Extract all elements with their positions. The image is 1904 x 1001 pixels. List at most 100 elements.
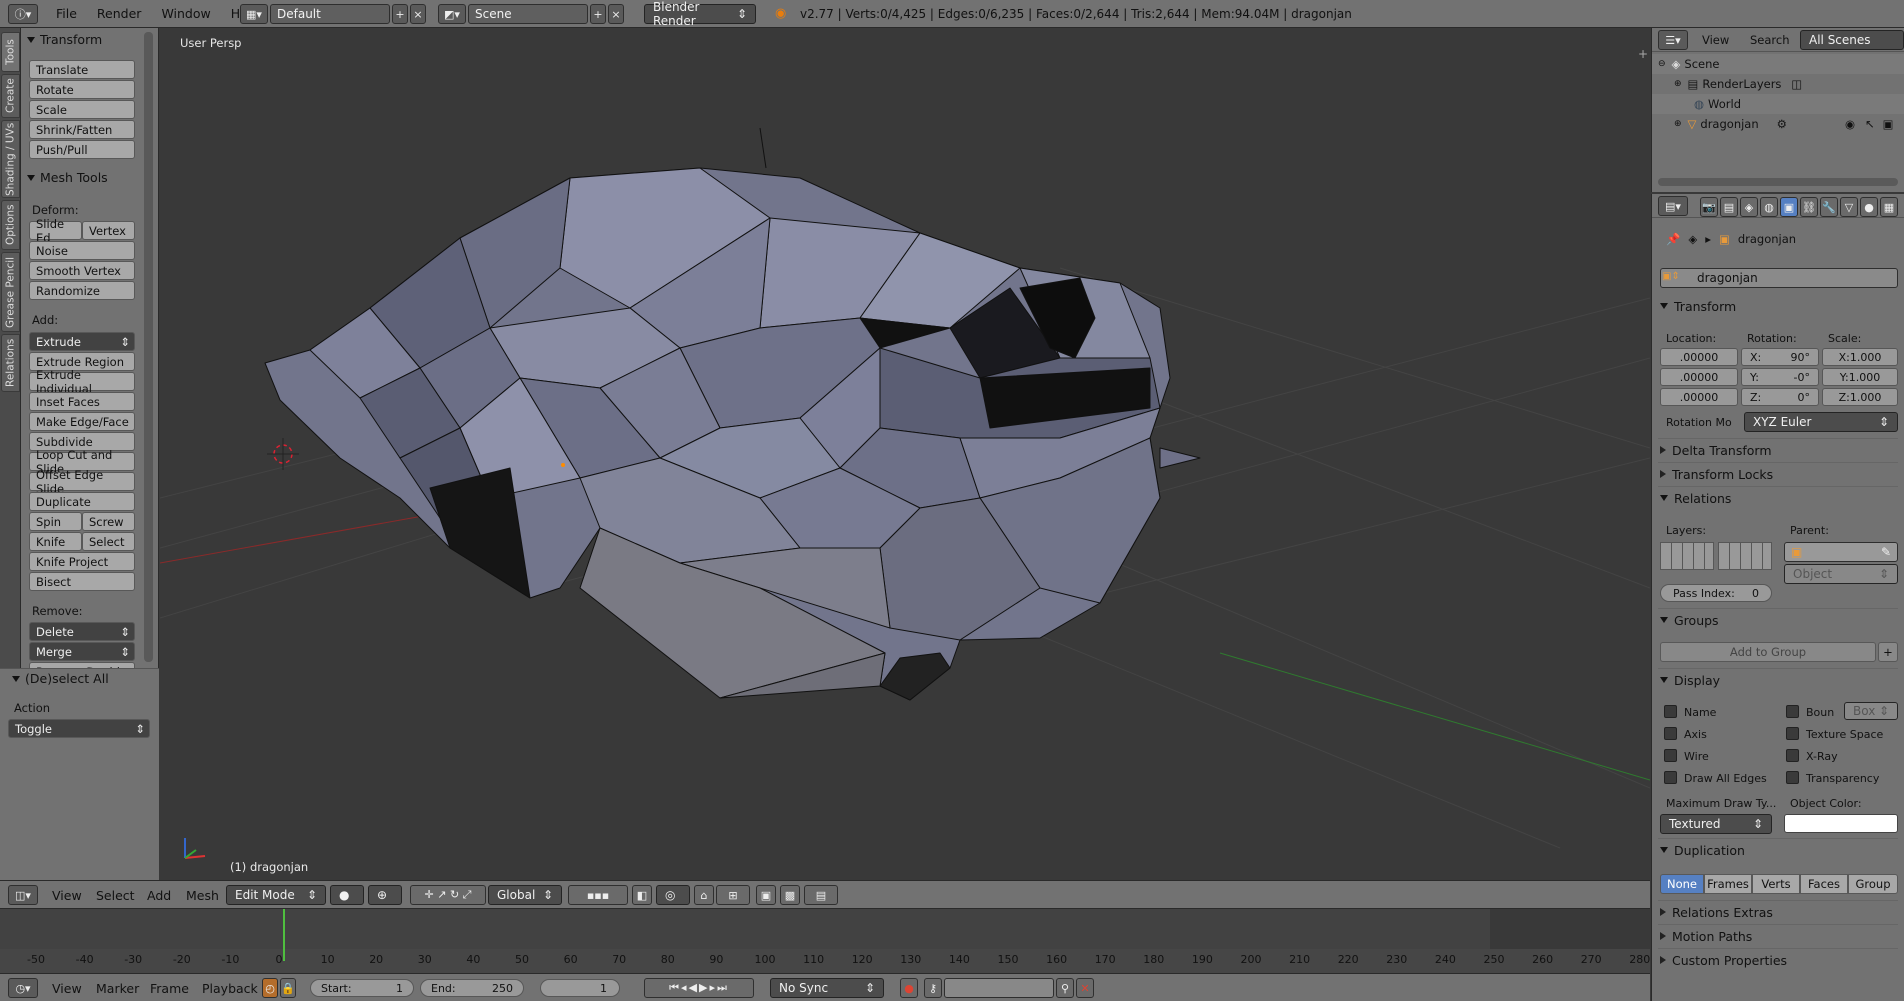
menu-add[interactable]: Add [137, 888, 181, 903]
tab-options[interactable]: Options [1, 200, 20, 250]
menu-mesh[interactable]: Mesh [176, 888, 229, 903]
end-frame-field[interactable]: End: 250 [420, 979, 524, 997]
menu-file[interactable]: File [46, 6, 87, 21]
modifiers-tab-icon[interactable]: 🔧 [1820, 197, 1838, 217]
playback-controls[interactable]: ⏮◂◀▶▸⏭ [644, 978, 754, 998]
outliner-row-renderlayers[interactable]: ⊕ ▤ RenderLayers ◫ [1652, 74, 1904, 94]
parent-field[interactable]: ▣ ✎ [1784, 542, 1898, 562]
knife-select-button[interactable]: Select [82, 532, 135, 551]
object-tab-icon[interactable]: ▣ [1780, 197, 1798, 217]
sync-mode-select[interactable]: No Sync ⇕ [770, 978, 884, 998]
viewport-shading-select[interactable]: ● [330, 885, 364, 905]
knife-project-button[interactable]: Knife Project [29, 552, 135, 571]
transform-panel-header[interactable]: Transform [27, 32, 102, 47]
duplication-header[interactable]: Duplication [1660, 840, 1898, 860]
motion-paths-header[interactable]: Motion Paths [1660, 926, 1898, 946]
lock-range-icon[interactable]: 🔒 [280, 978, 296, 998]
make-edge-face-button[interactable]: Make Edge/Face [29, 412, 135, 431]
scene-field[interactable]: Scene [468, 4, 588, 24]
3d-cursor[interactable] [267, 438, 299, 470]
push-pull-button[interactable]: Push/Pull [29, 140, 135, 159]
xray-checkbox[interactable] [1786, 749, 1799, 762]
relations-header[interactable]: Relations [1660, 488, 1898, 508]
scale-button[interactable]: Scale [29, 100, 135, 119]
screen-layout-field[interactable]: Default [270, 4, 390, 24]
display-header[interactable]: Display [1660, 670, 1898, 690]
object-name-field[interactable]: dragonjan [1660, 268, 1898, 288]
wire-checkbox[interactable] [1664, 749, 1677, 762]
rotate-button[interactable]: Rotate [29, 80, 135, 99]
location-x-field[interactable]: .00000 [1660, 348, 1738, 366]
randomize-button[interactable]: Randomize [29, 281, 135, 300]
relations-extras-header[interactable]: Relations Extras [1660, 902, 1898, 922]
preview-range-icon[interactable]: ◴ [262, 978, 278, 998]
outliner-menu-search[interactable]: Search [1740, 33, 1800, 47]
max-draw-type-select[interactable]: Textured ⇕ [1660, 814, 1772, 834]
editor-type-properties-icon[interactable]: ▤▾ [1658, 196, 1688, 216]
delta-transform-header[interactable]: Delta Transform [1660, 440, 1898, 460]
world-tab-icon[interactable]: ◍ [1760, 197, 1778, 217]
outliner-row-world[interactable]: ◍ World [1652, 94, 1904, 114]
render-icon[interactable]: ▩ [780, 885, 800, 905]
dup-none-button[interactable]: None [1660, 874, 1704, 894]
location-z-field[interactable]: .00000 [1660, 388, 1738, 406]
add-scene-icon[interactable]: + [590, 4, 606, 24]
draw-all-edges-checkbox[interactable] [1664, 771, 1677, 784]
3d-viewport[interactable]: + User Persp (1) dragonjan [160, 28, 1650, 880]
axis-checkbox[interactable] [1664, 727, 1677, 740]
snap-target-icon[interactable]: ▣ [756, 885, 776, 905]
operator-panel-header[interactable]: (De)select All [12, 671, 109, 686]
tab-shading-uvs[interactable]: Shading / UVs [1, 120, 20, 198]
outliner-menu-view[interactable]: View [1692, 33, 1739, 47]
dup-faces-button[interactable]: Faces [1800, 874, 1848, 894]
data-tab-icon[interactable]: ▽ [1840, 197, 1858, 217]
smooth-vertex-button[interactable]: Smooth Vertex [29, 261, 135, 280]
bounds-type-select[interactable]: Box ⇕ [1844, 702, 1898, 720]
proportional-edit-select[interactable]: ◎ [656, 885, 690, 905]
render-layers-tab-icon[interactable]: ▤ [1720, 197, 1738, 217]
rotation-y-field[interactable]: Y: -0° [1741, 368, 1819, 386]
constraints-tab-icon[interactable]: ⛓ [1800, 197, 1818, 217]
texture-space-checkbox[interactable] [1786, 727, 1799, 740]
render-engine-select[interactable]: Blender Render ⇕ [644, 0, 756, 28]
outliner-row-scene[interactable]: ⊖ ◈ Scene [1652, 54, 1904, 74]
delete-keyframe-icon[interactable]: ✕ [1076, 978, 1094, 998]
opengl-render-icon[interactable]: ▤ [804, 885, 838, 905]
spin-button[interactable]: Spin [29, 512, 82, 531]
layer-grid-b[interactable] [1718, 542, 1772, 570]
rotation-z-field[interactable]: Z: 0° [1741, 388, 1819, 406]
record-icon[interactable]: ● [900, 978, 918, 998]
car-mesh[interactable] [264, 127, 1201, 701]
pin-icon[interactable]: 📌 [1666, 232, 1680, 246]
delete-scene-icon[interactable]: × [608, 4, 624, 24]
shelf-scrollbar[interactable] [144, 32, 153, 662]
outliner-scrollbar[interactable] [1658, 178, 1898, 186]
outliner-display-mode-select[interactable]: All Scenes [1800, 30, 1904, 50]
editor-type-timeline-icon[interactable]: ◷▾ [8, 978, 38, 998]
timeline-track[interactable] [0, 909, 1650, 949]
transform-orientation-select[interactable]: Global ⇕ [488, 885, 562, 905]
scale-y-field[interactable]: Y:1.000 [1822, 368, 1898, 386]
scene-icon[interactable]: ◩▾ [438, 4, 466, 24]
keying-set-field[interactable] [944, 978, 1054, 998]
editor-type-info-icon[interactable]: ⓘ▾ [8, 4, 38, 24]
mesh-vertex-selected[interactable] [561, 463, 565, 467]
timeline-editor[interactable]: -50 -40 -30 -20 -10 0 10 20 30 40 50 60 70 80 90 100 110… [0, 908, 1650, 973]
delete-layout-icon[interactable]: × [410, 4, 426, 24]
snap-element-icon[interactable]: ⊞ [716, 885, 750, 905]
editor-type-3d-icon[interactable]: ◫▾ [8, 885, 38, 905]
material-tab-icon[interactable]: ● [1860, 197, 1878, 217]
pivot-point-select[interactable]: ⊕ [368, 885, 402, 905]
noise-button[interactable]: Noise [29, 241, 135, 260]
texture-tab-icon[interactable]: ▦ [1880, 197, 1898, 217]
layer-toggles[interactable]: ▪▪▪ [568, 885, 628, 905]
rotation-mode-select[interactable]: XYZ Euler ⇕ [1744, 412, 1898, 432]
screw-button[interactable]: Screw [82, 512, 135, 531]
inset-faces-button[interactable]: Inset Faces [29, 392, 135, 411]
extrude-dropdown[interactable]: Extrude ⇕ [29, 332, 135, 351]
dup-group-button[interactable]: Group [1848, 874, 1898, 894]
eyedropper-icon[interactable]: ✎ [1881, 545, 1891, 559]
region-toggle-icon[interactable]: + [1638, 47, 1648, 61]
slide-edge-button[interactable]: Slide Ed [29, 217, 82, 245]
menu-render[interactable]: Render [87, 6, 152, 21]
